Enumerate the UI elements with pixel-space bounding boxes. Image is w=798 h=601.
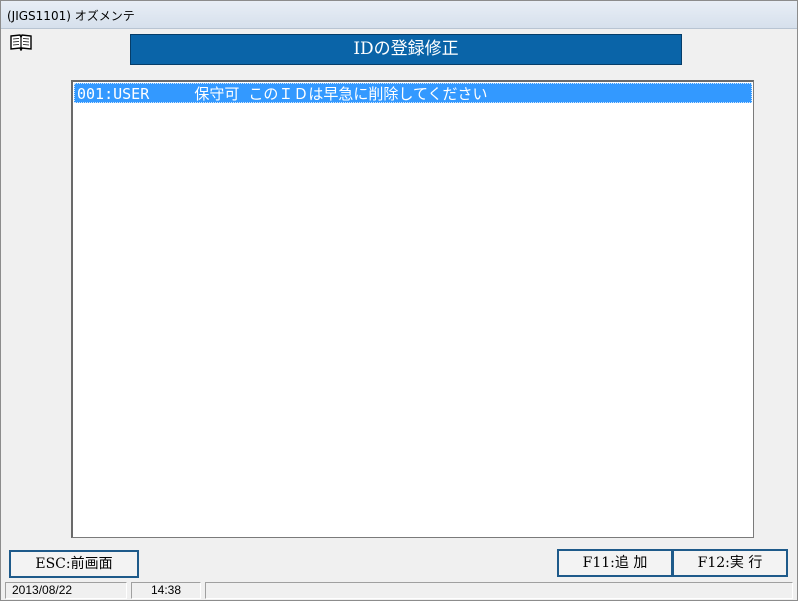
id-listbox[interactable]: 001:USER 保守可 このＩＤは早急に削除してください — [71, 80, 754, 538]
esc-back-button[interactable]: ESC:前画面 — [9, 550, 139, 578]
status-time: 14:38 — [131, 582, 201, 599]
f12-execute-button[interactable]: F12:実 行 — [672, 549, 788, 577]
status-extra — [205, 582, 793, 599]
app-window: (JIGS1101) オズメンテ IDの登録修正 001:USER 保守可 この… — [0, 0, 798, 601]
status-date: 2013/08/22 — [5, 582, 127, 599]
f11-add-button[interactable]: F11:追 加 — [557, 549, 673, 577]
status-bar: 2013/08/22 14:38 — [3, 582, 797, 600]
list-item-selected[interactable]: 001:USER 保守可 このＩＤは早急に削除してください — [74, 83, 752, 103]
title-bar[interactable]: (JIGS1101) オズメンテ — [1, 1, 797, 29]
book-icon[interactable] — [9, 33, 33, 51]
window-title: (JIGS1101) オズメンテ — [7, 9, 135, 23]
page-header: IDの登録修正 — [130, 34, 682, 65]
